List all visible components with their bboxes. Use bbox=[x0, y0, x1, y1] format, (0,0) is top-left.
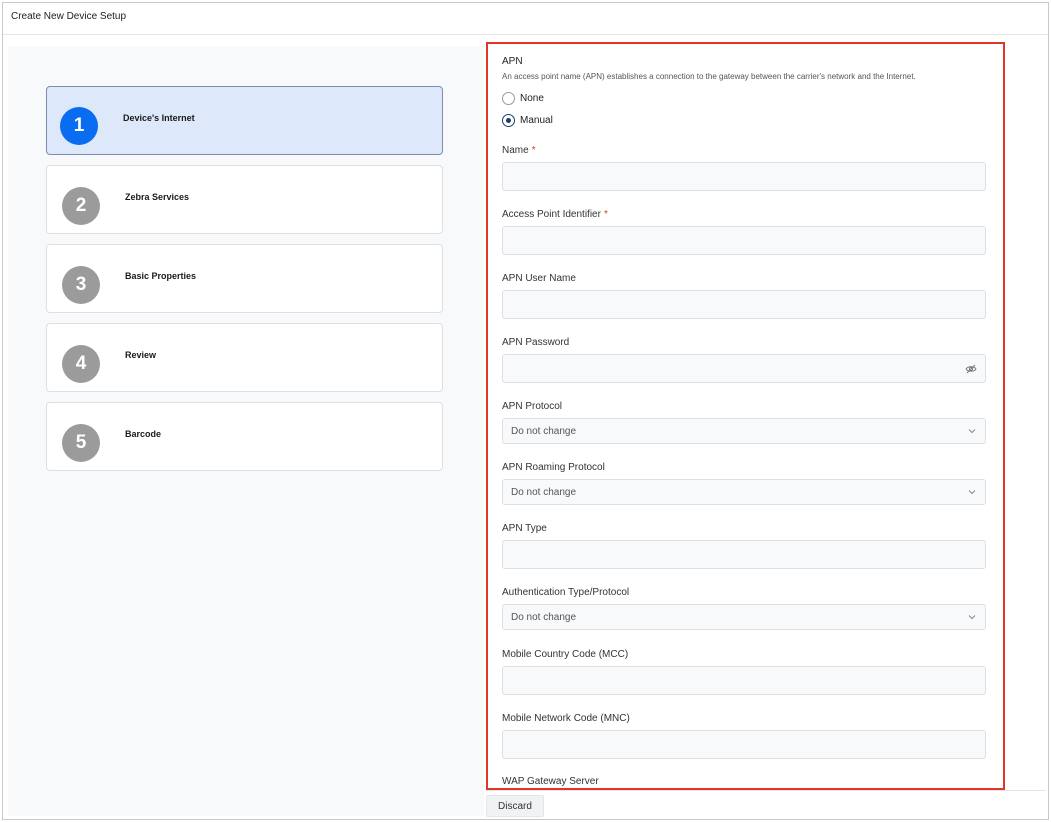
step-label: Device's Internet bbox=[123, 113, 195, 123]
chevron-down-icon bbox=[968, 615, 976, 620]
chevron-down-icon bbox=[968, 429, 976, 434]
step-zebra-services[interactable]: 2 Zebra Services bbox=[46, 165, 443, 234]
step-label: Zebra Services bbox=[125, 192, 190, 202]
chevron-down-icon bbox=[968, 490, 976, 495]
apn-roaming-protocol-select[interactable]: Do not change bbox=[502, 479, 986, 505]
apn-form-panel: APN An access point name (APN) establish… bbox=[486, 42, 1005, 790]
access-point-identifier-label: Access Point Identifier * bbox=[502, 209, 608, 220]
mcc-input[interactable] bbox=[502, 666, 986, 695]
apn-type-input[interactable] bbox=[502, 540, 986, 569]
apn-protocol-select[interactable]: Do not change bbox=[502, 418, 986, 444]
mcc-label: Mobile Country Code (MCC) bbox=[502, 649, 629, 660]
mnc-input[interactable] bbox=[502, 730, 986, 759]
step-barcode[interactable]: 5 Barcode bbox=[46, 402, 443, 471]
step-devices-internet[interactable]: 1 Device's Internet bbox=[46, 86, 443, 155]
step-number: 4 bbox=[62, 345, 100, 383]
mnc-label: Mobile Network Code (MNC) bbox=[502, 713, 630, 724]
authentication-type-label: Authentication Type/Protocol bbox=[502, 587, 630, 598]
window-title: Create New Device Setup bbox=[11, 11, 127, 22]
apn-section-description: An access point name (APN) establishes a… bbox=[502, 72, 916, 81]
step-label: Basic Properties bbox=[125, 271, 197, 281]
step-basic-properties[interactable]: 3 Basic Properties bbox=[46, 244, 443, 313]
discard-button[interactable]: Discard bbox=[486, 795, 544, 817]
required-marker: * bbox=[603, 209, 608, 220]
step-number: 5 bbox=[62, 424, 100, 462]
radio-button[interactable] bbox=[502, 114, 515, 127]
step-number: 2 bbox=[62, 187, 100, 225]
select-value: Do not change bbox=[511, 426, 577, 437]
apn-user-name-input[interactable] bbox=[502, 290, 986, 319]
name-input[interactable] bbox=[502, 162, 986, 191]
required-marker: * bbox=[531, 145, 536, 156]
radio-label: None bbox=[520, 93, 544, 104]
step-number: 3 bbox=[62, 266, 100, 304]
select-value: Do not change bbox=[511, 612, 577, 623]
radio-label: Manual bbox=[520, 115, 553, 126]
apn-user-name-label: APN User Name bbox=[502, 273, 576, 284]
apn-protocol-label: APN Protocol bbox=[502, 401, 563, 412]
apn-section-title: APN bbox=[502, 56, 523, 67]
wap-gateway-server-label: WAP Gateway Server bbox=[502, 776, 599, 787]
apn-option-none[interactable]: None bbox=[502, 92, 544, 105]
apn-option-manual[interactable]: Manual bbox=[502, 114, 553, 127]
select-value: Do not change bbox=[511, 487, 577, 498]
name-label: Name * bbox=[502, 145, 536, 156]
step-number: 1 bbox=[60, 107, 98, 145]
eye-off-icon[interactable] bbox=[965, 363, 977, 375]
authentication-type-select[interactable]: Do not change bbox=[502, 604, 986, 630]
access-point-identifier-input[interactable] bbox=[502, 226, 986, 255]
step-review[interactable]: 4 Review bbox=[46, 323, 443, 392]
footer-divider bbox=[486, 790, 1046, 791]
radio-button[interactable] bbox=[502, 92, 515, 105]
title-bar: Create New Device Setup bbox=[3, 3, 1048, 35]
steps-pane: 1 Device's Internet 2 Zebra Services 3 B… bbox=[8, 46, 484, 816]
step-label: Review bbox=[125, 350, 157, 360]
apn-password-label: APN Password bbox=[502, 337, 570, 348]
apn-password-input[interactable] bbox=[502, 354, 986, 383]
apn-type-label: APN Type bbox=[502, 523, 547, 534]
step-label: Barcode bbox=[125, 429, 162, 439]
apn-roaming-protocol-label: APN Roaming Protocol bbox=[502, 462, 605, 473]
